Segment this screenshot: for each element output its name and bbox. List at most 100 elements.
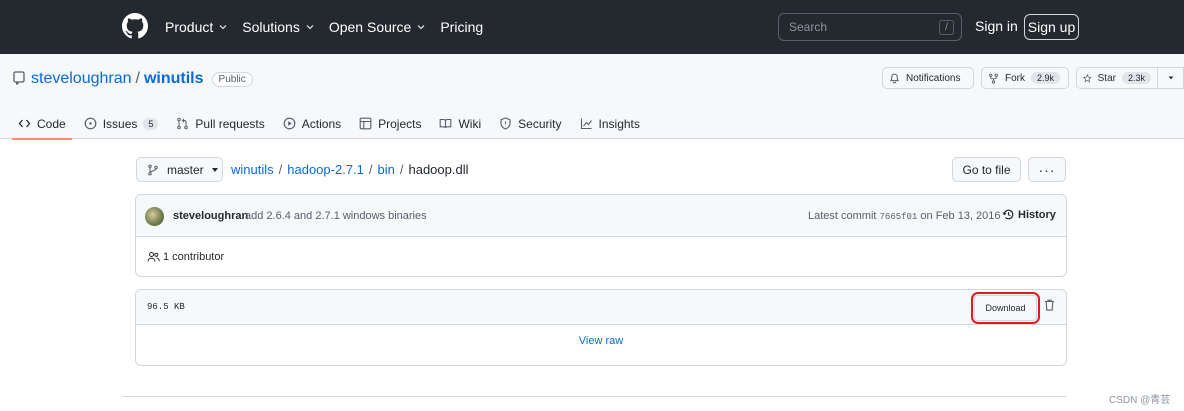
star-icon	[1083, 73, 1092, 82]
top-nav: Product Solutions Open Source Pricing	[165, 0, 497, 54]
nav-label: Pricing	[440, 19, 484, 35]
contributors-count: 1 contributor	[163, 251, 225, 263]
tab-label: Pull requests	[195, 116, 265, 131]
tab-label: Code	[37, 116, 66, 131]
tab-label: Issues	[102, 116, 138, 131]
tab-label: Security	[518, 116, 562, 131]
issues-count-badge: 5	[143, 117, 159, 130]
bell-icon	[889, 73, 900, 83]
code-icon	[18, 119, 31, 128]
star-button[interactable]: Star 2.3k	[1076, 67, 1158, 89]
history-link[interactable]: History	[1002, 208, 1056, 221]
nav-pricing[interactable]: Pricing	[440, 19, 483, 35]
nav-label: Solutions	[242, 19, 300, 35]
chevron-down-icon	[417, 25, 425, 30]
issue-opened-icon	[84, 117, 97, 130]
shield-icon	[500, 117, 511, 130]
nav-product[interactable]: Product	[165, 19, 228, 35]
repo-header: steveloughran / winutils Public Notifica…	[0, 54, 1184, 140]
repo-forked-icon	[989, 73, 998, 84]
tab-pull-requests[interactable]: Pull requests	[170, 108, 270, 139]
search-shortcut-key: /	[939, 20, 954, 35]
breadcrumb-link[interactable]: hadoop-2.7.1	[287, 162, 364, 177]
trash-icon[interactable]	[1044, 299, 1055, 311]
file-size: 96.5 KB	[147, 302, 185, 312]
commit-sha-link[interactable]: 7665f01	[880, 212, 918, 222]
caret-down-icon	[211, 167, 218, 172]
branch-name: master	[167, 162, 204, 177]
tab-code[interactable]: Code	[12, 108, 72, 140]
repo-title: steveloughran / winutils Public	[31, 70, 253, 88]
repo-tabs: Code Issues 5 Pull requests Actions Proj…	[12, 108, 652, 140]
file-box: 96.5 KB Download View raw	[135, 289, 1067, 366]
breadcrumb-separator: /	[278, 162, 283, 177]
sign-in-link[interactable]: Sign in	[975, 18, 1018, 34]
nav-label: Product	[165, 19, 214, 35]
nav-open-source[interactable]: Open Source	[329, 19, 427, 35]
branch-select[interactable]: master	[136, 157, 223, 182]
tab-projects[interactable]: Projects	[353, 108, 427, 139]
breadcrumb-link[interactable]: bin	[378, 162, 395, 177]
tab-actions[interactable]: Actions	[277, 108, 347, 139]
star-count: 2.3k	[1121, 72, 1151, 84]
notifications-button[interactable]: Notifications	[882, 67, 974, 89]
triangle-down-icon	[1168, 76, 1173, 80]
commit-date: on Feb 13, 2016	[920, 210, 1001, 222]
tab-issues[interactable]: Issues 5	[78, 108, 165, 139]
star-label: Star	[1097, 72, 1116, 84]
tab-security[interactable]: Security	[493, 108, 567, 139]
repo-name-link[interactable]: winutils	[144, 70, 204, 88]
search-placeholder: Search	[789, 20, 828, 34]
view-raw-link[interactable]: View raw	[136, 335, 1066, 347]
file-header: 96.5 KB Download	[136, 290, 1066, 325]
visibility-badge: Public	[211, 71, 253, 87]
github-logo-icon[interactable]	[122, 13, 148, 39]
footer-divider	[122, 396, 1066, 397]
play-icon	[283, 117, 296, 130]
table-icon	[359, 117, 372, 130]
sign-up-button[interactable]: Sign up	[1024, 14, 1079, 40]
go-to-file-button[interactable]: Go to file	[952, 157, 1021, 182]
more-options-button[interactable]: ···	[1028, 157, 1066, 182]
fork-button[interactable]: Fork 2.9k	[981, 67, 1069, 89]
repo-owner-link[interactable]: steveloughran	[31, 70, 132, 88]
watermark: CSDN @青芸	[1109, 395, 1171, 406]
breadcrumb: winutils / hadoop-2.7.1 / bin / hadoop.d…	[231, 162, 468, 177]
nav-solutions[interactable]: Solutions	[242, 19, 315, 35]
repo-icon	[13, 71, 25, 85]
latest-commit-info: Latest commit 7665f01 on Feb 13, 2016	[808, 210, 1001, 222]
tab-label: Actions	[301, 116, 342, 131]
tab-label: Projects	[378, 116, 422, 131]
commit-row: steveloughran add 2.6.4 and 2.7.1 window…	[136, 195, 1066, 237]
fork-count: 2.9k	[1031, 72, 1061, 84]
git-pull-request-icon	[177, 117, 189, 130]
star-dropdown-button[interactable]	[1157, 67, 1184, 89]
nav-label: Open Source	[328, 19, 412, 35]
latest-commit-label: Latest commit	[808, 210, 877, 222]
tab-wiki[interactable]: Wiki	[433, 108, 487, 139]
breadcrumb-separator: /	[368, 162, 373, 177]
history-label: History	[1018, 208, 1056, 221]
fork-label: Fork	[1005, 72, 1025, 84]
breadcrumb-link[interactable]: winutils	[231, 162, 274, 177]
chevron-down-icon	[219, 25, 227, 30]
notifications-label: Notifications	[906, 72, 961, 84]
contributors-link[interactable]: 1 contributor	[147, 251, 224, 263]
repo-title-separator: /	[135, 70, 140, 87]
graph-icon	[580, 118, 592, 130]
people-icon	[147, 252, 160, 262]
book-icon	[440, 118, 452, 129]
git-branch-icon	[148, 164, 158, 175]
commit-message[interactable]: add 2.6.4 and 2.7.1 windows binaries	[245, 210, 427, 222]
search-input[interactable]: Search /	[778, 13, 962, 41]
avatar[interactable]	[145, 207, 164, 226]
download-button[interactable]: Download	[971, 292, 1040, 324]
site-header: Product Solutions Open Source Pricing Se…	[0, 0, 1184, 54]
tab-insights[interactable]: Insights	[574, 108, 646, 139]
tab-label: Wiki	[458, 116, 482, 131]
current-file-name: hadoop.dll	[408, 162, 469, 177]
history-icon	[1002, 209, 1014, 220]
commit-author-link[interactable]: steveloughran	[173, 210, 248, 222]
breadcrumb-separator: /	[399, 162, 404, 177]
chevron-down-icon	[306, 25, 314, 30]
